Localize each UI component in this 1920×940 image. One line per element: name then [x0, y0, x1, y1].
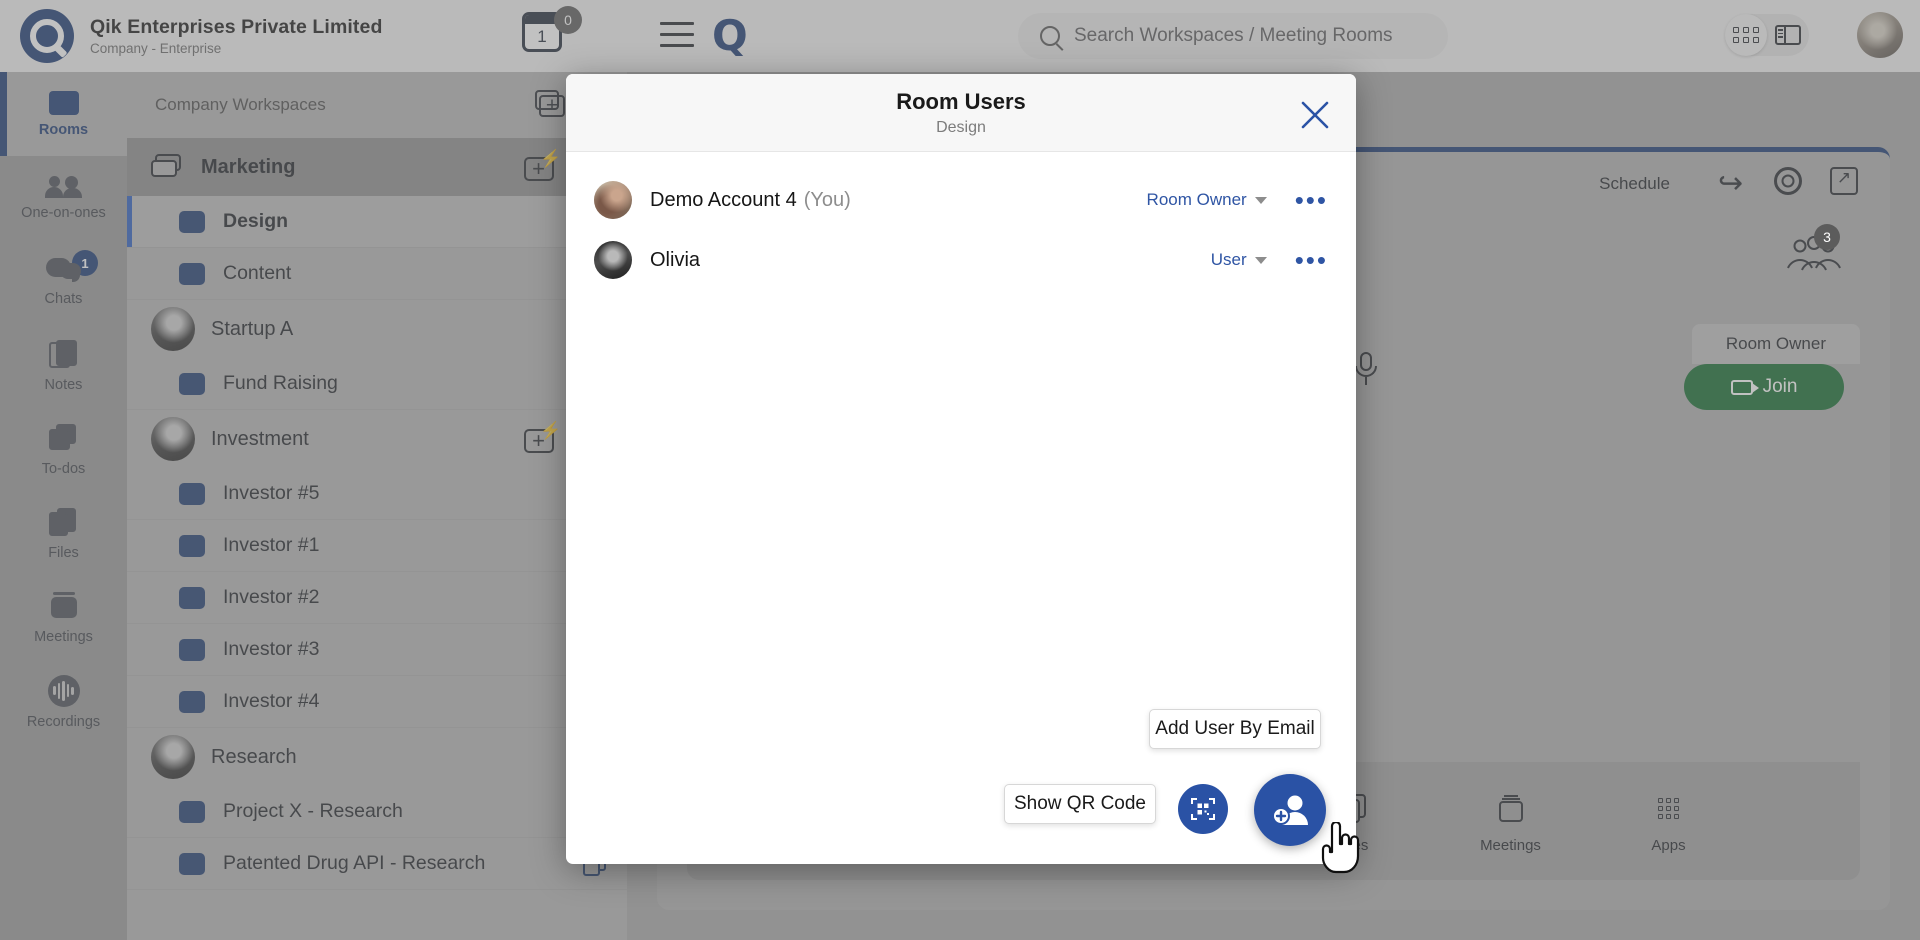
close-icon[interactable]: [1298, 98, 1332, 132]
user-more-icon[interactable]: •••: [1295, 187, 1328, 213]
user-name: Demo Account 4: [650, 188, 797, 211]
avatar: [594, 181, 632, 219]
chevron-down-icon: [1254, 196, 1267, 204]
dialog-footer: Add User By Email Show QR Code: [566, 674, 1356, 864]
dialog-header: Room Users Design: [566, 74, 1356, 152]
room-users-dialog: Room Users Design Demo Account 4 (You) R…: [566, 74, 1356, 864]
user-role-dropdown[interactable]: User: [1211, 250, 1267, 270]
qr-code-icon[interactable]: [1178, 784, 1228, 834]
user-role-label: User: [1210, 250, 1247, 269]
add-user-by-email-button[interactable]: Add User By Email: [1149, 709, 1321, 749]
dialog-title: Room Users: [896, 88, 1026, 114]
user-more-icon[interactable]: •••: [1295, 247, 1328, 273]
user-role-dropdown[interactable]: Room Owner: [1147, 190, 1267, 210]
avatar: [594, 241, 632, 279]
user-name: Olivia: [650, 248, 701, 271]
user-row[interactable]: Demo Account 4 (You) Room Owner •••: [566, 170, 1356, 230]
mouse-cursor: [1320, 820, 1360, 874]
show-qr-code-button[interactable]: Show QR Code: [1004, 784, 1156, 824]
room-users-list: Demo Account 4 (You) Room Owner ••• Oliv…: [566, 152, 1356, 290]
user-row[interactable]: Olivia User •••: [566, 230, 1356, 290]
members-count-badge: 3: [1814, 224, 1840, 250]
add-user-icon[interactable]: [1254, 774, 1326, 846]
chevron-down-icon: [1254, 256, 1267, 264]
user-role-label: Room Owner: [1146, 190, 1247, 209]
app-root: Qik Enterprises Private Limited Company …: [0, 0, 1920, 940]
dialog-subtitle: Design: [936, 118, 986, 136]
user-you-label: (You): [803, 188, 851, 211]
